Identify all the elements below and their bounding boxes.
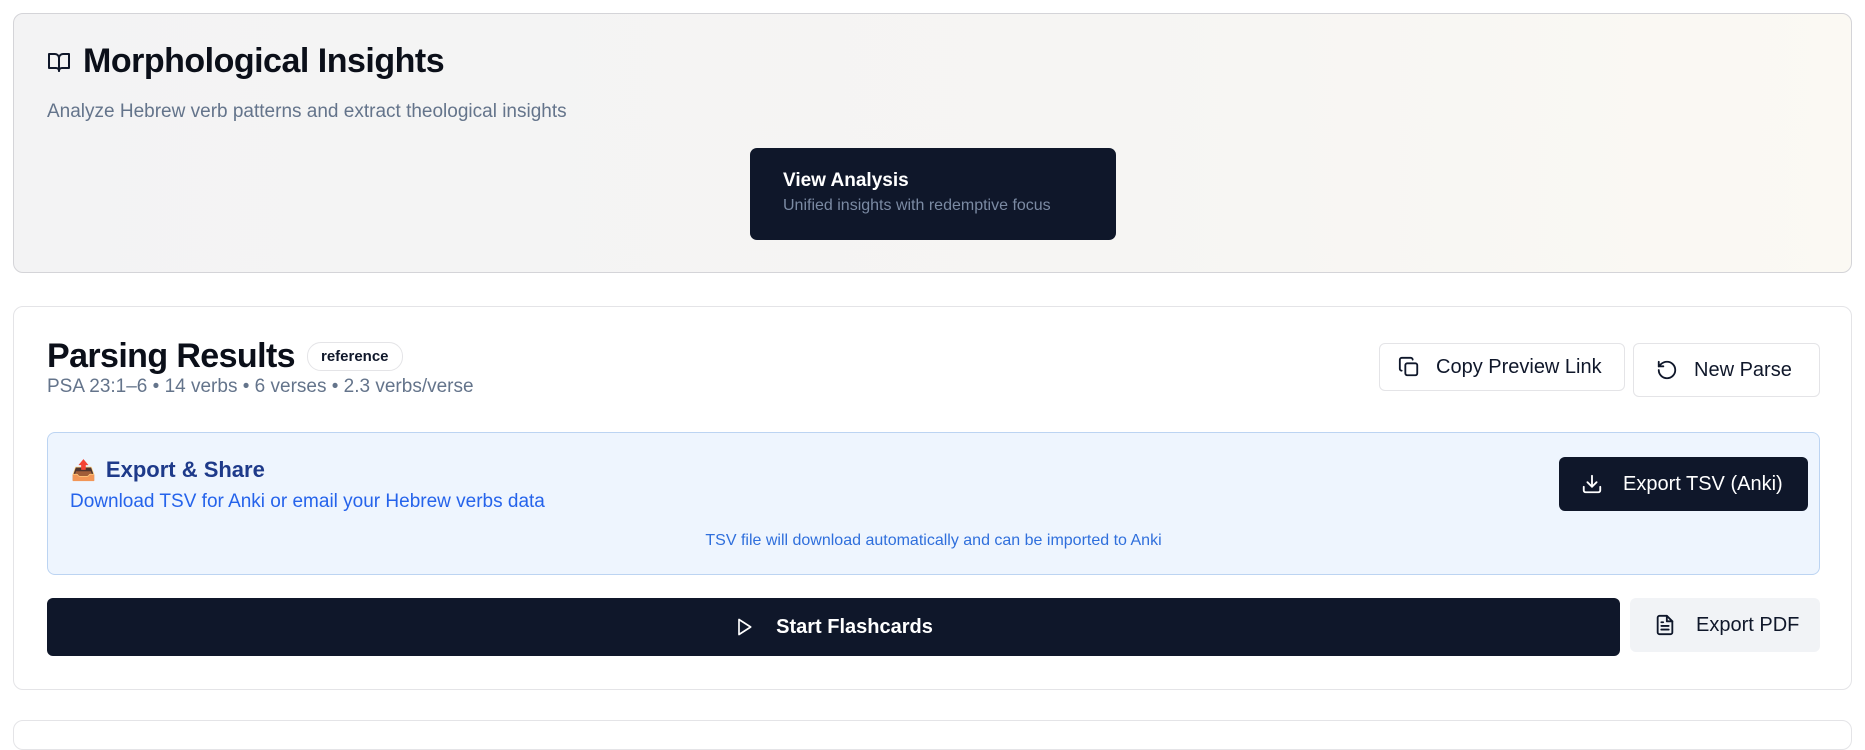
view-analysis-label: View Analysis: [783, 170, 909, 191]
parsing-results-card: Parsing Results reference PSA 23:1–6 • 1…: [13, 306, 1852, 690]
outbox-tray-icon: 📤: [71, 459, 96, 482]
export-title: Export & Share: [105, 457, 265, 482]
export-subtitle: Download TSV for Anki or email your Hebr…: [70, 491, 545, 512]
copy-icon: [1398, 356, 1420, 378]
export-tsv-label: Export TSV (Anki): [1623, 472, 1783, 495]
file-text-icon: [1654, 614, 1676, 636]
copy-preview-link-button[interactable]: Copy Preview Link: [1379, 343, 1625, 391]
new-parse-button[interactable]: New Parse: [1633, 343, 1820, 397]
parsing-meta: PSA 23:1–6 • 14 verbs • 6 verses • 2.3 v…: [47, 376, 474, 397]
export-hint: TSV file will download automatically and…: [705, 532, 1162, 549]
parsing-header: Parsing Results reference: [47, 337, 403, 376]
insights-subtitle: Analyze Hebrew verb patterns and extract…: [47, 101, 567, 122]
rotate-ccw-icon: [1656, 359, 1678, 381]
next-card-edge: [13, 720, 1852, 750]
new-parse-label: New Parse: [1694, 358, 1792, 381]
start-flashcards-button[interactable]: Start Flashcards: [47, 598, 1620, 656]
insights-title: Morphological Insights: [83, 42, 445, 80]
export-share-panel: 📤 Export & Share Download TSV for Anki o…: [47, 432, 1820, 575]
view-analysis-sublabel: Unified insights with redemptive focus: [783, 197, 1051, 214]
copy-preview-link-label: Copy Preview Link: [1436, 355, 1602, 378]
book-open-icon: [47, 50, 71, 74]
export-pdf-button[interactable]: Export PDF: [1630, 598, 1820, 652]
reference-badge: reference: [306, 342, 403, 371]
start-flashcards-label: Start Flashcards: [776, 615, 933, 638]
insights-card: Morphological Insights Analyze Hebrew ve…: [13, 13, 1852, 273]
export-pdf-label: Export PDF: [1696, 613, 1800, 636]
play-icon: [734, 617, 754, 637]
download-icon: [1581, 473, 1603, 495]
export-tsv-button[interactable]: Export TSV (Anki): [1559, 457, 1808, 511]
view-analysis-button[interactable]: View Analysis Unified insights with rede…: [750, 148, 1116, 240]
insights-header: Morphological Insights: [47, 42, 445, 81]
parsing-title: Parsing Results: [47, 337, 296, 375]
export-header: 📤 Export & Share: [71, 457, 265, 483]
